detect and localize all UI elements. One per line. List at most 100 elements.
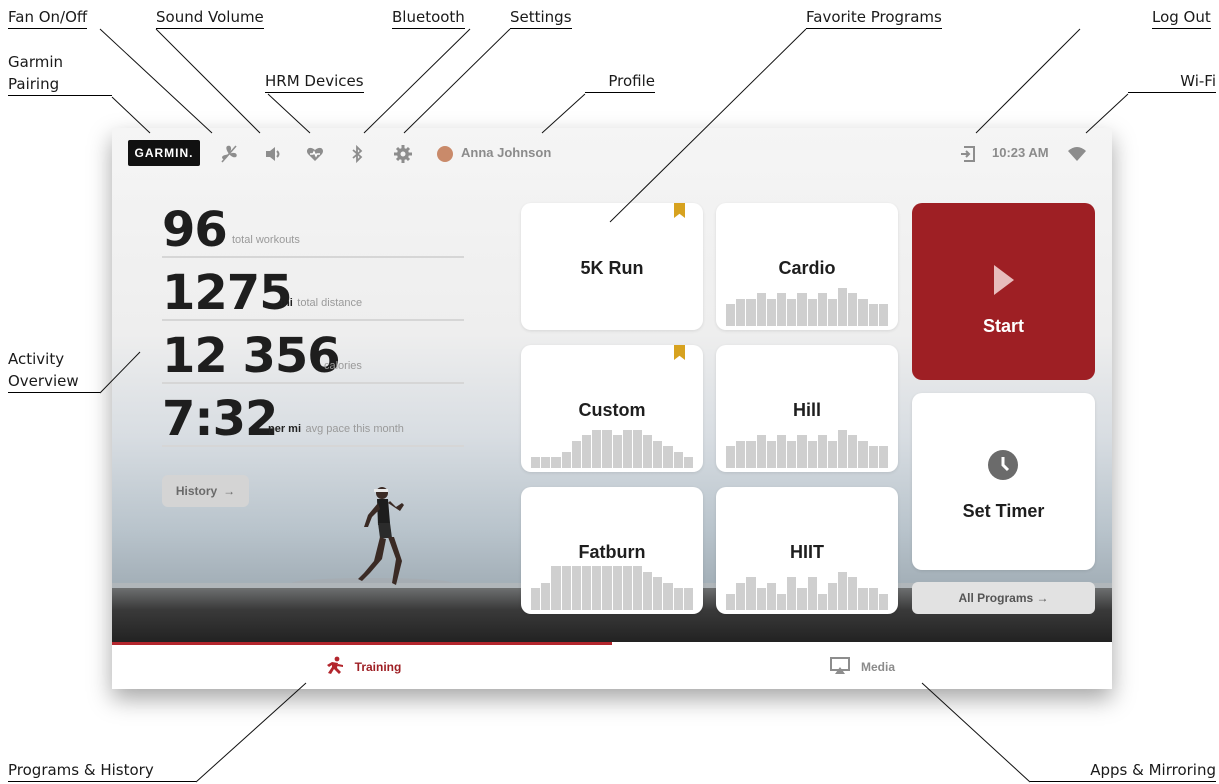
all-programs-button[interactable]: All Programs → [912, 582, 1095, 614]
profile-bar [858, 298, 868, 326]
profile-bar [561, 451, 571, 468]
profile-bar [827, 440, 838, 468]
profile-bar [531, 588, 541, 610]
tab-label: Training [354, 660, 402, 674]
profile-bar [776, 593, 787, 610]
profile-bar [541, 582, 551, 610]
profile-bar [551, 566, 561, 610]
callout-garmin-line2: Pairing [8, 73, 112, 96]
profile-bar [797, 435, 807, 468]
bluetooth-icon[interactable] [346, 143, 368, 165]
profile-bar [632, 566, 643, 610]
start-button[interactable]: Start [912, 203, 1095, 380]
leader-volume [155, 28, 261, 134]
profile-bar [736, 582, 746, 610]
profile-bar [726, 446, 736, 468]
profile-bar [766, 298, 776, 326]
callout-apps-mirroring: Apps & Mirroring [1030, 759, 1216, 782]
profile-bar [868, 446, 878, 468]
leader-bluetooth [363, 28, 471, 134]
profile-bar [807, 577, 817, 610]
profile-bar [878, 593, 888, 610]
garmin-pairing-button[interactable]: GARMIN. [128, 140, 200, 166]
profile-bar [848, 577, 858, 610]
history-button[interactable]: History → [162, 475, 249, 507]
profile-bar [807, 298, 817, 326]
profile-bar [653, 577, 663, 610]
bookmark-icon[interactable] [674, 203, 685, 218]
profile-bar [612, 566, 622, 610]
stat-total-distance: 1275 mi total distance [162, 269, 464, 321]
profile-bar [622, 429, 632, 468]
stat-value: 12 356 [162, 328, 341, 384]
profile-bar [541, 457, 551, 468]
stat-label: calories [324, 360, 362, 372]
bottom-tab-bar: Training Media [112, 642, 1112, 689]
profile-bar [787, 440, 797, 468]
profile-bar [632, 429, 643, 468]
profile-bar [653, 440, 663, 468]
runner-image [358, 487, 404, 585]
profile-bar [746, 298, 756, 326]
tab-media[interactable]: Media [612, 645, 1112, 689]
program-card-hill[interactable]: Hill [716, 345, 898, 472]
stat-calories: 12 356 calories [162, 332, 464, 384]
callout-logout: Log Out [1152, 6, 1211, 29]
program-name: 5K Run [580, 258, 644, 278]
avatar[interactable] [437, 146, 453, 162]
arrow-right-icon: → [223, 484, 236, 498]
profile-bar [592, 566, 602, 610]
profile-bar [848, 435, 858, 468]
callout-favorites: Favorite Programs [806, 6, 942, 29]
profile-bar [571, 566, 581, 610]
profile-bar [766, 440, 776, 468]
callout-programs-history: Programs & History [8, 759, 196, 782]
profile-bar [683, 457, 693, 468]
profile-bar [571, 440, 581, 468]
program-name: HIIT [790, 542, 824, 562]
profile-bar [746, 577, 756, 610]
volume-icon[interactable] [262, 143, 284, 165]
runner-icon [323, 656, 345, 679]
program-card-cardio[interactable]: Cardio [716, 203, 898, 330]
heart-rate-icon[interactable] [304, 143, 326, 165]
profile-bar [776, 435, 787, 468]
program-card-fatburn[interactable]: Fatburn [521, 487, 703, 614]
stat-unit: per mi [268, 423, 302, 435]
stat-avg-pace: 7:32 per mi avg pace this month [162, 395, 464, 447]
arrow-right-icon: → [1033, 591, 1049, 605]
profile-bar [858, 588, 868, 610]
profile-bar [726, 304, 736, 326]
profile-bar [673, 451, 683, 468]
profile-bar [602, 566, 612, 610]
profile-bar [817, 293, 827, 326]
program-name: Custom [578, 400, 646, 420]
profile-name[interactable]: Anna Johnson [461, 145, 551, 160]
profile-bar [868, 304, 878, 326]
set-timer-button[interactable]: Set Timer [912, 393, 1095, 570]
stat-value: 1275 [162, 265, 293, 321]
bookmark-icon[interactable] [674, 345, 685, 360]
program-profile [726, 282, 888, 326]
program-card-hiit[interactable]: HIIT [716, 487, 898, 614]
program-card-custom[interactable]: Custom [521, 345, 703, 472]
logout-icon[interactable] [958, 143, 980, 165]
tab-training[interactable]: Training [112, 645, 612, 689]
program-card-5k-run[interactable]: 5K Run [521, 203, 703, 330]
profile-bar [592, 429, 602, 468]
callout-hrm: HRM Devices [265, 70, 364, 93]
profile-bar [756, 293, 766, 326]
profile-bar [581, 435, 592, 468]
profile-bar [561, 566, 571, 610]
profile-bar [838, 287, 848, 326]
profile-bar [838, 571, 848, 610]
wifi-icon[interactable] [1066, 143, 1088, 165]
stat-value: 96 [162, 202, 228, 258]
fan-icon[interactable] [218, 143, 240, 165]
stat-unit: mi [280, 297, 293, 309]
callout-wifi: Wi-Fi [1128, 70, 1216, 93]
profile-bar [756, 435, 766, 468]
gear-icon[interactable] [392, 143, 414, 165]
profile-bar [878, 446, 888, 468]
profile-bar [673, 588, 683, 610]
